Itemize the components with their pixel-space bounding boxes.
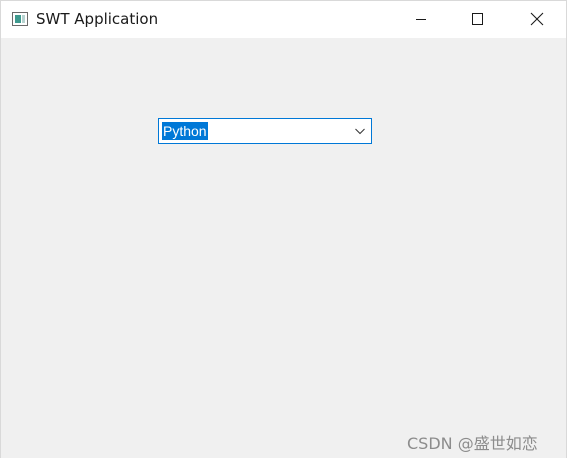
minimize-icon <box>416 19 426 20</box>
combo-selected-value[interactable]: Python <box>162 122 208 140</box>
watermark-text: CSDN @盛世如恋 <box>407 434 538 453</box>
close-icon <box>530 12 544 26</box>
maximize-icon <box>472 13 483 25</box>
title-bar[interactable]: SWT Application <box>1 1 566 38</box>
maximize-button[interactable] <box>454 1 500 38</box>
app-window: SWT Application Python CSDN @盛世如恋 <box>0 0 567 458</box>
client-area <box>1 38 566 458</box>
app-window-icon[interactable] <box>12 12 28 26</box>
chevron-down-icon[interactable] <box>354 126 366 136</box>
language-combo[interactable]: Python <box>158 118 372 144</box>
window-title: SWT Application <box>36 10 159 28</box>
minimize-button[interactable] <box>398 1 444 38</box>
close-button[interactable] <box>513 1 559 38</box>
